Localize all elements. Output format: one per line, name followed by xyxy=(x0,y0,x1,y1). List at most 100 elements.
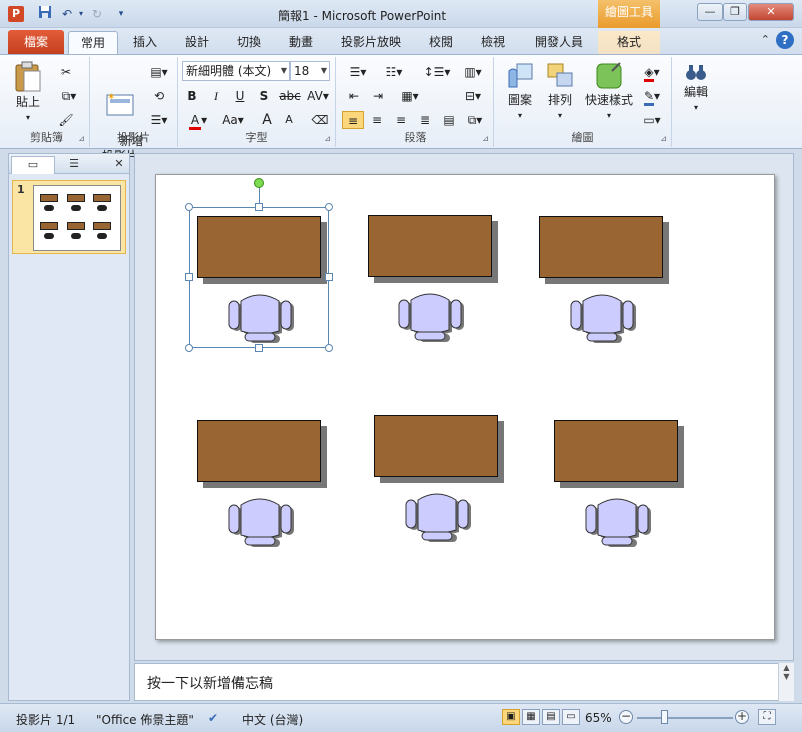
slide-canvas[interactable] xyxy=(155,174,775,640)
reading-view-icon[interactable]: ▤ xyxy=(542,709,560,725)
align-right-icon[interactable]: ≡ xyxy=(390,111,412,129)
chair-shape[interactable] xyxy=(398,290,464,342)
help-icon[interactable]: ? xyxy=(776,31,794,49)
slide-sorter-icon[interactable]: ▦ xyxy=(522,709,540,725)
tab-transitions[interactable]: 切換 xyxy=(226,31,272,54)
slide-thumbnail-1[interactable]: 1 xyxy=(12,180,126,254)
outline-tab-icon[interactable]: ☰ xyxy=(59,156,89,174)
drawing-launcher-icon[interactable]: ⊿ xyxy=(660,134,667,143)
quick-styles-button[interactable]: 快速樣式 ▾ xyxy=(582,61,636,123)
collapse-ribbon-icon[interactable]: ⌃ xyxy=(761,33,770,46)
shadow-button[interactable]: S xyxy=(256,87,272,105)
font-name-dropdown[interactable]: 新細明體 (本文) ▼ xyxy=(182,61,290,81)
tab-slideshow[interactable]: 投影片放映 xyxy=(334,31,408,54)
align-text-icon[interactable]: ⊟▾ xyxy=(458,87,488,105)
columns-icon[interactable]: ▥▾ xyxy=(458,63,488,81)
text-direction-icon[interactable]: ▦▾ xyxy=(396,87,424,105)
desk-shape[interactable] xyxy=(554,420,678,482)
shrink-font-button[interactable]: A xyxy=(280,111,298,129)
zoom-level[interactable]: 65% xyxy=(585,711,612,725)
copy-icon[interactable]: ⧉▾ xyxy=(54,87,84,105)
change-case-button[interactable]: Aa▾ xyxy=(218,111,248,129)
powerpoint-app-icon[interactable]: P xyxy=(8,6,24,22)
language-indicator[interactable]: 中文 (台灣) xyxy=(242,711,303,728)
layout-icon[interactable]: ▤▾ xyxy=(146,63,172,81)
strikethrough-button[interactable]: abc xyxy=(278,87,302,105)
spellcheck-icon[interactable]: ✔ xyxy=(208,711,218,725)
tab-developer[interactable]: 開發人員 xyxy=(526,31,592,54)
resize-handle-w[interactable] xyxy=(185,273,193,281)
decrease-indent-icon[interactable]: ⇤ xyxy=(344,87,364,105)
chair-shape[interactable] xyxy=(570,291,636,343)
resize-handle-se[interactable] xyxy=(325,344,333,352)
reset-slide-icon[interactable]: ⟲ xyxy=(146,87,172,105)
clear-formatting-icon[interactable]: ⌫ xyxy=(310,111,330,129)
shape-effects-icon[interactable]: ▭▾ xyxy=(638,111,666,129)
resize-handle-n[interactable] xyxy=(255,203,263,211)
notes-scrollbar[interactable]: ▲ ▼ xyxy=(778,663,794,701)
paragraph-launcher-icon[interactable]: ⊿ xyxy=(482,134,489,143)
shapes-button[interactable]: 圖案 ▾ xyxy=(500,61,540,123)
section-icon[interactable]: ☰▾ xyxy=(146,111,172,129)
close-pane-icon[interactable]: ✕ xyxy=(111,156,127,174)
format-painter-icon[interactable]: 🖌 xyxy=(54,111,78,129)
notes-pane[interactable]: 按一下以新增備忘稿 xyxy=(134,663,794,701)
tab-view[interactable]: 檢視 xyxy=(470,31,516,54)
underline-button[interactable]: U xyxy=(232,87,248,105)
tab-review[interactable]: 校閱 xyxy=(418,31,464,54)
slideshow-view-icon[interactable]: ▭ xyxy=(562,709,580,725)
rotation-handle[interactable] xyxy=(254,178,264,188)
zoom-slider-thumb[interactable] xyxy=(661,710,668,724)
resize-handle-ne[interactable] xyxy=(325,203,333,211)
tab-design[interactable]: 設計 xyxy=(174,31,220,54)
justify-icon[interactable]: ≣ xyxy=(414,111,436,129)
tab-file[interactable]: 檔案 xyxy=(8,30,64,54)
restore-button[interactable]: ❐ xyxy=(723,3,747,21)
clipboard-launcher-icon[interactable]: ⊿ xyxy=(78,134,85,143)
resize-handle-s[interactable] xyxy=(255,344,263,352)
tab-insert[interactable]: 插入 xyxy=(122,31,168,54)
cut-icon[interactable]: ✂ xyxy=(54,63,78,81)
desk-shape[interactable] xyxy=(539,216,663,278)
font-launcher-icon[interactable]: ⊿ xyxy=(324,134,331,143)
grow-font-button[interactable]: A xyxy=(258,111,276,129)
increase-indent-icon[interactable]: ⇥ xyxy=(368,87,388,105)
font-color-button[interactable]: A ▾ xyxy=(184,111,212,130)
zoom-in-button[interactable]: + xyxy=(735,710,749,724)
tab-format[interactable]: 格式 xyxy=(598,31,660,54)
arrange-button[interactable]: 排列 ▾ xyxy=(540,61,580,123)
tab-animations[interactable]: 動畫 xyxy=(278,31,324,54)
resize-handle-e[interactable] xyxy=(325,273,333,281)
character-spacing-button[interactable]: AV▾ xyxy=(304,87,332,105)
shape-fill-icon[interactable]: ◈▾ xyxy=(638,63,666,82)
desk-shape[interactable] xyxy=(374,415,498,477)
paste-button[interactable]: 貼上 ▾ xyxy=(10,61,46,125)
customize-qat-icon[interactable]: ▾ xyxy=(112,5,130,23)
font-size-dropdown[interactable]: 18 ▼ xyxy=(290,61,330,81)
zoom-slider-track[interactable] xyxy=(637,717,733,719)
align-center-icon[interactable]: ≡ xyxy=(366,111,388,129)
shape-outline-icon[interactable]: ✎▾ xyxy=(638,87,666,106)
line-spacing-icon[interactable]: ↕☰▾ xyxy=(422,63,452,81)
slides-tab-icon[interactable]: ▭ xyxy=(11,156,55,174)
chair-shape[interactable] xyxy=(405,490,471,542)
resize-handle-nw[interactable] xyxy=(185,203,193,211)
zoom-out-button[interactable]: − xyxy=(619,710,633,724)
smartart-icon[interactable]: ⧉▾ xyxy=(462,111,488,129)
editing-button[interactable]: 編輯 ▾ xyxy=(676,63,716,115)
bullets-icon[interactable]: ☰▾ xyxy=(344,63,372,81)
bold-button[interactable]: B xyxy=(184,87,200,105)
chair-shape[interactable] xyxy=(585,495,651,547)
desk-shape[interactable] xyxy=(368,215,492,277)
normal-view-icon[interactable]: ▣ xyxy=(502,709,520,725)
paste-dropdown-icon[interactable]: ▾ xyxy=(10,110,46,125)
tab-home[interactable]: 常用 xyxy=(68,31,118,54)
desk-shape[interactable] xyxy=(197,420,321,482)
minimize-button[interactable]: — xyxy=(697,3,723,21)
resize-handle-sw[interactable] xyxy=(185,344,193,352)
italic-button[interactable]: I xyxy=(208,87,224,105)
close-button[interactable]: ✕ xyxy=(748,3,794,21)
save-icon[interactable] xyxy=(36,5,54,23)
numbering-icon[interactable]: ☷▾ xyxy=(380,63,408,81)
theme-name[interactable]: "Office 佈景主題" xyxy=(96,711,194,728)
